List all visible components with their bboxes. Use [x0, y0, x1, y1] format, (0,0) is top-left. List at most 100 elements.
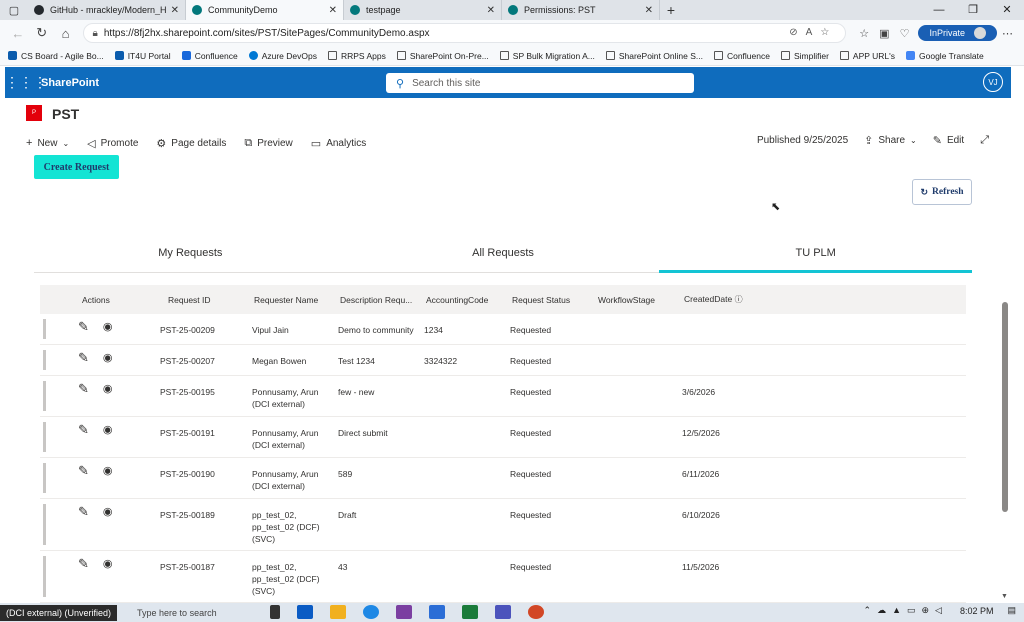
refresh-button[interactable]: ↻ Refresh — [912, 179, 972, 205]
home-icon[interactable]: ⌂ — [54, 26, 78, 41]
pencil-icon[interactable]: ✎ — [78, 382, 89, 395]
close-icon[interactable]: ✕ — [171, 5, 179, 16]
tray-icons[interactable]: ⌃☁▲▭⊕◁ — [864, 605, 948, 616]
browser-essentials-icon[interactable]: ♡ — [900, 27, 910, 40]
app-launcher-icon[interactable]: ⋮⋮⋮ — [5, 74, 47, 91]
eye-icon[interactable]: ◉ — [103, 558, 113, 570]
column-header-actions[interactable]: Actions — [82, 295, 168, 305]
pencil-icon[interactable]: ✎ — [78, 557, 89, 570]
favorite-item[interactable]: Confluence — [713, 51, 770, 61]
teams-icon[interactable] — [495, 605, 511, 619]
favorite-item[interactable]: APP URL's — [839, 51, 895, 61]
table-row[interactable]: ✎ ◉ PST-25-00189 pp_test_02, pp_test_02 (DCF… — [40, 499, 966, 551]
column-header-request-id[interactable]: Request ID — [168, 295, 254, 305]
outlook-icon[interactable] — [297, 605, 313, 619]
task-view-icon[interactable] — [270, 605, 280, 619]
page-details-button[interactable]: ⚙ Page details — [156, 137, 226, 150]
pencil-icon[interactable]: ✎ — [78, 505, 89, 518]
promote-button[interactable]: ◁ Promote — [87, 137, 138, 150]
row-selector[interactable] — [43, 463, 46, 493]
favorite-item[interactable]: Confluence — [181, 51, 238, 61]
close-window-icon[interactable]: ✕ — [990, 0, 1024, 20]
vertical-scrollbar[interactable]: ▼ — [1001, 300, 1009, 600]
tab-all-requests[interactable]: All Requests — [347, 238, 660, 272]
preview-button[interactable]: ⧉ Preview — [244, 137, 292, 150]
file-explorer-icon[interactable] — [330, 605, 346, 619]
table-row[interactable]: ✎ ◉ PST-25-00187 pp_test_02, pp_test_02 (DCF… — [40, 551, 966, 603]
favorite-item[interactable]: SP Bulk Migration A... — [499, 51, 595, 61]
favorite-item[interactable]: CS Board - Agile Bo... — [8, 51, 104, 61]
taskbar-search[interactable]: Type here to search — [137, 608, 217, 618]
eye-icon[interactable]: ◉ — [103, 465, 113, 477]
edit-button[interactable]: ✎ Edit — [933, 134, 964, 147]
eye-icon[interactable]: ◉ — [103, 352, 113, 364]
eye-icon[interactable]: ◉ — [103, 321, 113, 333]
site-title[interactable]: PST — [52, 106, 79, 122]
onenote-icon[interactable] — [396, 605, 412, 619]
column-header-created-date[interactable]: CreatedDate ⓘ — [684, 294, 784, 305]
scroll-down-icon[interactable]: ▼ — [1001, 593, 1008, 600]
back-icon[interactable]: ← — [6, 26, 30, 41]
table-row[interactable]: ✎ ◉ PST-25-00207 Megan Bowen Test 1234 332432… — [40, 345, 966, 376]
expand-icon[interactable]: ⤢ — [980, 134, 994, 147]
edge-icon[interactable] — [363, 605, 379, 619]
table-row[interactable]: ✎ ◉ PST-25-00209 Vipul Jain Demo to communit… — [40, 314, 966, 345]
inprivate-badge[interactable]: InPrivate — [918, 25, 997, 41]
pencil-icon[interactable]: ✎ — [78, 423, 89, 436]
favorite-item[interactable]: RRPS Apps — [327, 51, 386, 61]
reload-icon[interactable]: ↻ — [30, 25, 54, 41]
column-header-request-status[interactable]: Request Status — [512, 295, 598, 305]
browser-tab-active[interactable]: CommunityDemo ✕ — [186, 0, 344, 20]
row-selector[interactable] — [43, 350, 46, 370]
close-icon[interactable]: ✕ — [645, 5, 653, 16]
favorite-item[interactable]: SharePoint Online S... — [605, 51, 703, 61]
eye-icon[interactable]: ◉ — [103, 424, 113, 436]
row-selector[interactable] — [43, 504, 46, 545]
row-selector[interactable] — [43, 319, 46, 339]
table-row[interactable]: ✎ ◉ PST-25-00195 Ponnusamy, Arun (DCI extern… — [40, 376, 966, 417]
share-button[interactable]: ⇪ Share ⌄ — [864, 134, 917, 147]
app-name[interactable]: SharePoint — [41, 77, 99, 89]
create-request-button[interactable]: Create Request — [34, 155, 119, 179]
excel-icon[interactable] — [462, 605, 478, 619]
new-tab-button[interactable]: + — [660, 2, 682, 18]
collections-icon[interactable]: ▣ — [879, 27, 889, 40]
clock[interactable]: 8:02 PM — [960, 606, 994, 616]
tab-tu-plm[interactable]: TU PLM — [659, 238, 972, 273]
pencil-icon[interactable]: ✎ — [78, 320, 89, 333]
pencil-icon[interactable]: ✎ — [78, 464, 89, 477]
url-field[interactable]: 🔒︎ https://8fj2hx.sharepoint.com/sites/P… — [83, 23, 847, 43]
browser-tab[interactable]: Permissions: PST ✕ — [502, 0, 660, 20]
favorites-icon[interactable]: ☆ — [859, 27, 869, 40]
avatar[interactable]: VJ — [983, 72, 1003, 92]
favorite-item[interactable]: SharePoint On-Pre... — [396, 51, 489, 61]
restore-icon[interactable]: ❐ — [956, 0, 990, 20]
row-selector[interactable] — [43, 381, 46, 411]
site-logo[interactable]: P — [26, 105, 42, 121]
row-selector[interactable] — [43, 556, 46, 597]
favorite-item[interactable]: Google Translate — [906, 51, 984, 61]
eye-icon[interactable]: ◉ — [103, 506, 113, 518]
scrollbar-thumb[interactable] — [1002, 302, 1008, 512]
table-row[interactable]: ✎ ◉ PST-25-00191 Ponnusamy, Arun (DCI extern… — [40, 417, 966, 458]
tab-actions-icon[interactable]: ▢ — [0, 4, 28, 17]
new-button[interactable]: + New ⌄ — [26, 137, 69, 149]
lock-icon[interactable]: 🔒︎ — [92, 28, 97, 39]
search-input[interactable]: ⚲ Search this site — [386, 73, 694, 93]
table-row[interactable]: ✎ ◉ PST-25-00190 Ponnusamy, Arun (DCI extern… — [40, 458, 966, 499]
notifications-icon[interactable]: ▤ — [1007, 605, 1016, 616]
close-icon[interactable]: ✕ — [329, 5, 337, 16]
browser-tab[interactable]: testpage ✕ — [344, 0, 502, 20]
favorite-item[interactable]: Simplifier — [780, 51, 829, 61]
tab-my-requests[interactable]: My Requests — [34, 238, 347, 272]
browser-tab[interactable]: GitHub - mrackley/Modern_Hillbi ✕ — [28, 0, 186, 20]
column-header-accounting-code[interactable]: AccountingCode — [426, 295, 512, 305]
analytics-button[interactable]: ▭ Analytics — [311, 137, 366, 150]
row-selector[interactable] — [43, 422, 46, 452]
powerpoint-icon[interactable] — [528, 605, 544, 619]
minimize-icon[interactable]: — — [922, 0, 956, 20]
app-icon[interactable] — [429, 605, 445, 619]
favorite-item[interactable]: Azure DevOps — [248, 51, 317, 61]
close-icon[interactable]: ✕ — [487, 5, 495, 16]
favorite-item[interactable]: IT4U Portal — [114, 51, 171, 61]
